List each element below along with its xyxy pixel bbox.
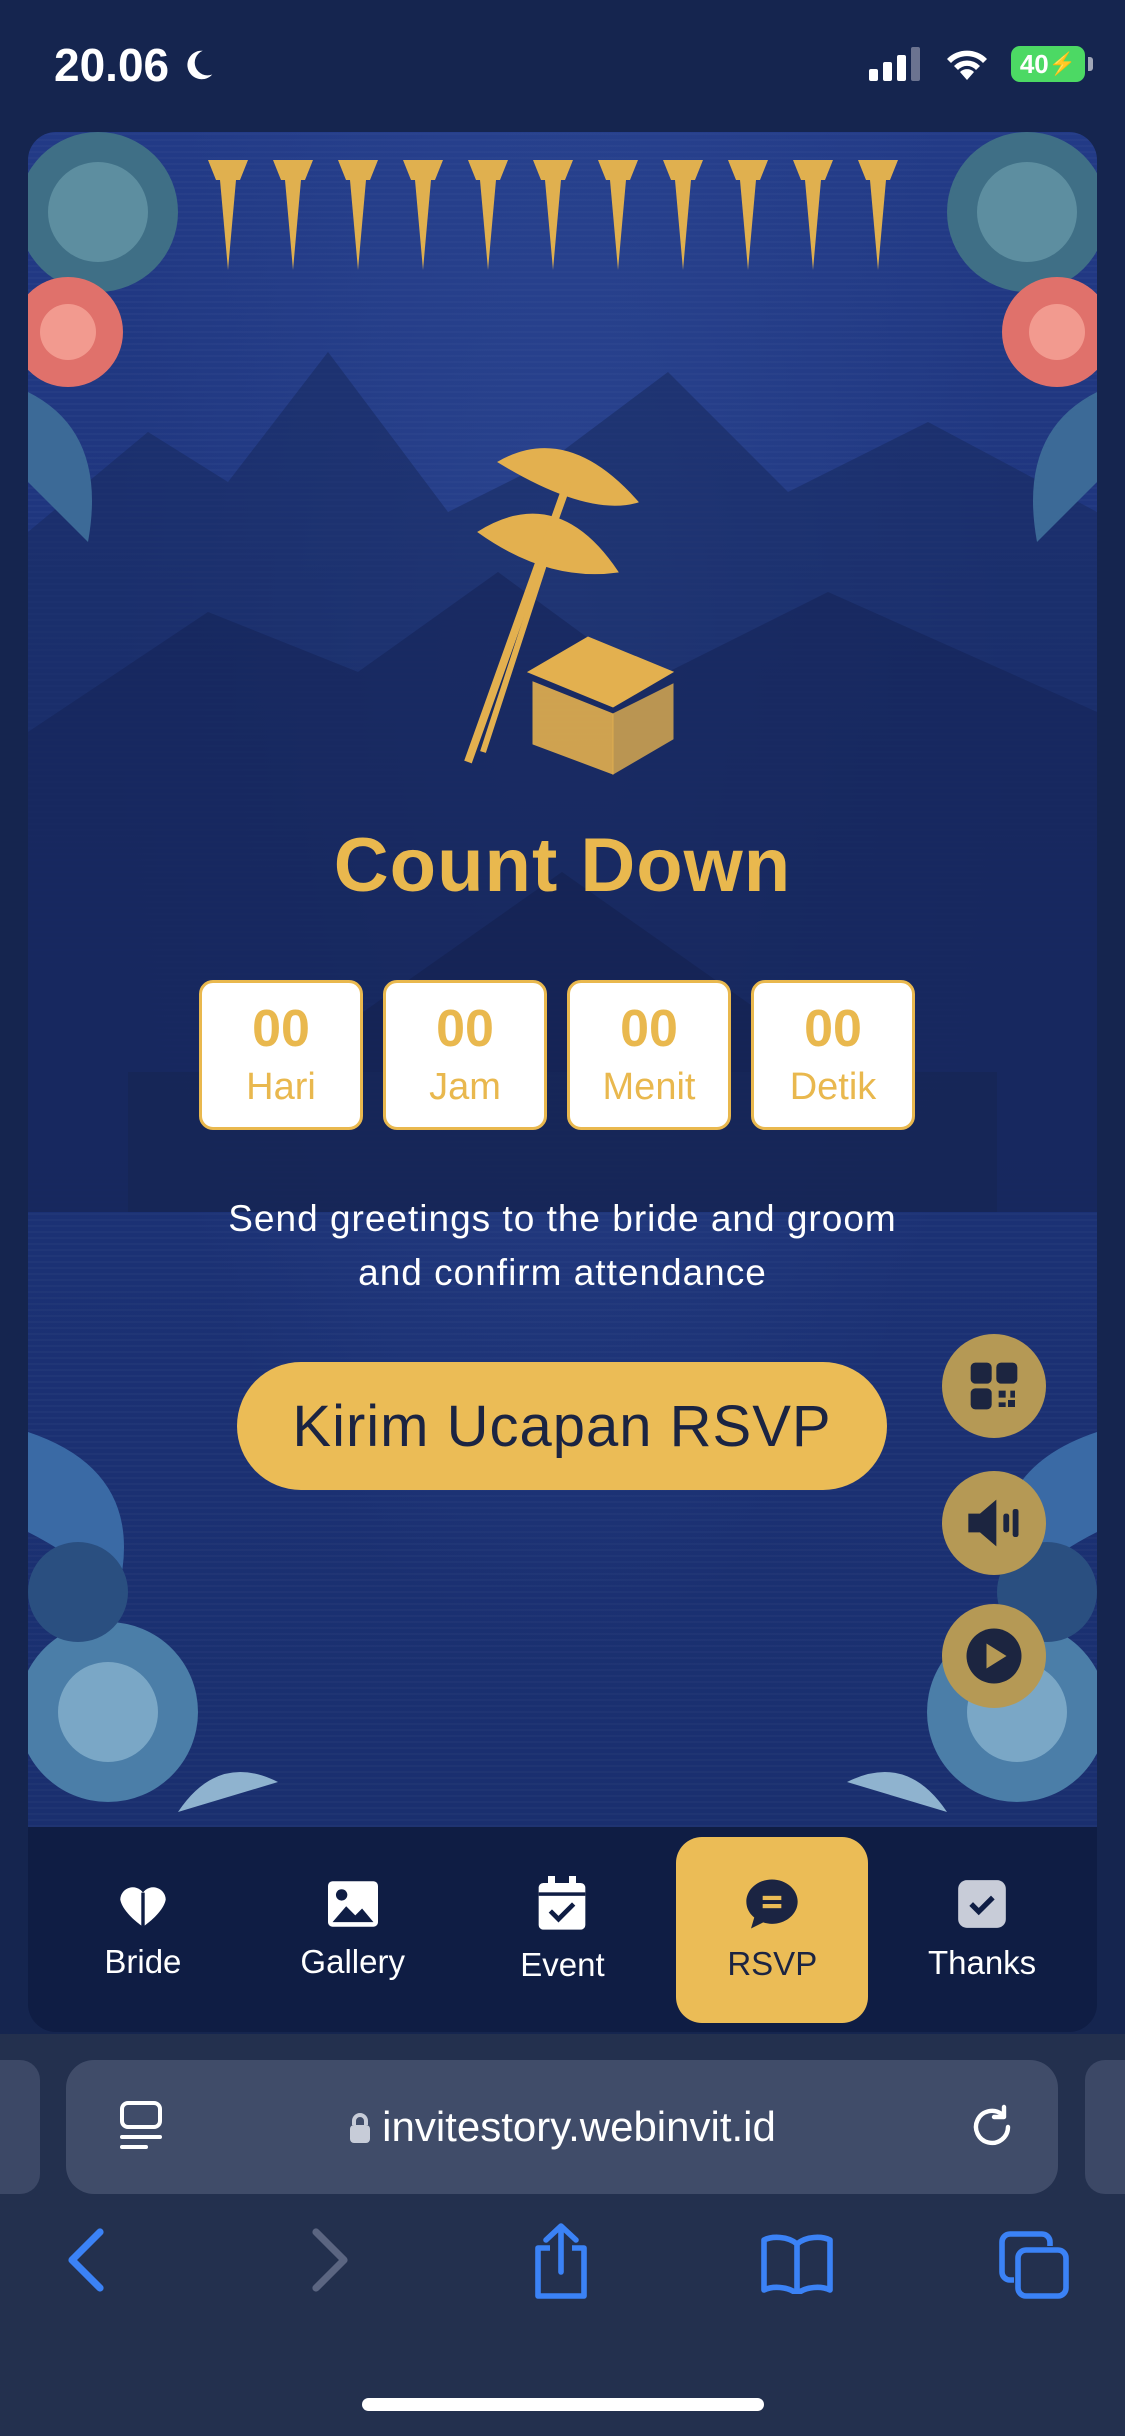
- battery-indicator: 40 ⚡: [1011, 46, 1093, 82]
- play-icon: [966, 1628, 1022, 1684]
- send-rsvp-button[interactable]: Kirim Ucapan RSVP: [237, 1362, 887, 1490]
- tabs-icon[interactable]: [998, 2230, 1070, 2300]
- check-square-icon: [958, 1879, 1006, 1928]
- nav-item-thanks[interactable]: Thanks: [886, 1837, 1078, 2023]
- countdown-label: Jam: [429, 1066, 501, 1109]
- ornament-border-icon: [208, 160, 898, 270]
- mute-audio-button[interactable]: [942, 1471, 1046, 1575]
- wifi-icon: [947, 50, 987, 80]
- battery-level: 40: [1019, 48, 1049, 79]
- nav-item-rsvp[interactable]: RSVP: [676, 1836, 869, 2023]
- status-time-text: 20.06: [54, 39, 170, 91]
- greeting-line: Send greetings to the bride and groom: [228, 1198, 897, 1239]
- speaker-icon: [968, 1499, 1019, 1547]
- image-icon: [327, 1880, 378, 1927]
- heart-icon: [120, 1886, 166, 1927]
- status-time: 20.06: [54, 38, 217, 92]
- autoplay-button[interactable]: [942, 1604, 1046, 1708]
- lock-icon: [350, 2113, 371, 2143]
- status-bar: 20.06 40 ⚡: [0, 0, 1125, 130]
- reload-icon[interactable]: [968, 2103, 1016, 2151]
- nav-label: Thanks: [927, 1943, 1037, 1981]
- nav-item-event[interactable]: Event: [466, 1837, 658, 2023]
- chat-icon: [746, 1879, 798, 1928]
- share-icon[interactable]: [530, 2222, 592, 2300]
- umbrella-chest-logo-icon: [464, 448, 675, 775]
- nav-label: Bride: [104, 1942, 182, 1980]
- nav-label: Gallery: [300, 1942, 405, 1980]
- countdown-timer: 00 Hari 00 Jam 00 Menit 00 Detik: [199, 980, 915, 1130]
- countdown-minutes: 00 Menit: [567, 980, 731, 1130]
- countdown-value: 00: [252, 999, 310, 1058]
- greeting-text: Send greetings to the bride and groom an…: [128, 1192, 997, 1300]
- next-tab-preview[interactable]: [1085, 2060, 1125, 2194]
- invitation-card: Count Down 00 Hari 00 Jam 00 Menit 00 De…: [28, 132, 1097, 1827]
- forward-icon[interactable]: [310, 2228, 350, 2292]
- nav-item-bride[interactable]: Bride: [47, 1837, 239, 2023]
- nav-label: RSVP: [727, 1944, 818, 1982]
- qr-code-button[interactable]: [942, 1334, 1046, 1438]
- countdown-value: 00: [620, 999, 678, 1058]
- countdown-hours: 00 Jam: [383, 980, 547, 1130]
- cellular-signal-icon: [869, 47, 920, 81]
- countdown-days: 00 Hari: [199, 980, 363, 1130]
- previous-tab-preview[interactable]: [0, 2060, 40, 2194]
- bottom-navigation: Bride Gallery Event RSVP Thanks: [28, 1827, 1097, 2032]
- nav-label: Event: [520, 1945, 605, 1983]
- home-indicator: [362, 2398, 764, 2411]
- calendar-check-icon: [539, 1875, 586, 1930]
- countdown-seconds: 00 Detik: [751, 980, 915, 1130]
- back-icon[interactable]: [66, 2228, 106, 2292]
- flower-decoration-icon: [28, 1432, 278, 1812]
- countdown-label: Menit: [602, 1066, 696, 1109]
- url-display[interactable]: invitestory.webinvit.id: [66, 2103, 1058, 2151]
- flower-decoration-icon: [28, 132, 178, 542]
- flower-decoration-icon: [947, 132, 1097, 542]
- countdown-value: 00: [436, 999, 494, 1058]
- countdown-label: Detik: [789, 1066, 877, 1109]
- bookmarks-icon[interactable]: [760, 2234, 834, 2294]
- qr-code-icon: [970, 1362, 1018, 1410]
- countdown-title: Count Down: [333, 823, 792, 908]
- url-text: invitestory.webinvit.id: [382, 2103, 776, 2150]
- moon-icon: [187, 50, 213, 80]
- address-bar[interactable]: invitestory.webinvit.id: [66, 2060, 1058, 2194]
- countdown-label: Hari: [246, 1066, 316, 1109]
- greeting-line: and confirm attendance: [358, 1252, 767, 1293]
- countdown-value: 00: [804, 999, 862, 1058]
- nav-item-gallery[interactable]: Gallery: [257, 1837, 449, 2023]
